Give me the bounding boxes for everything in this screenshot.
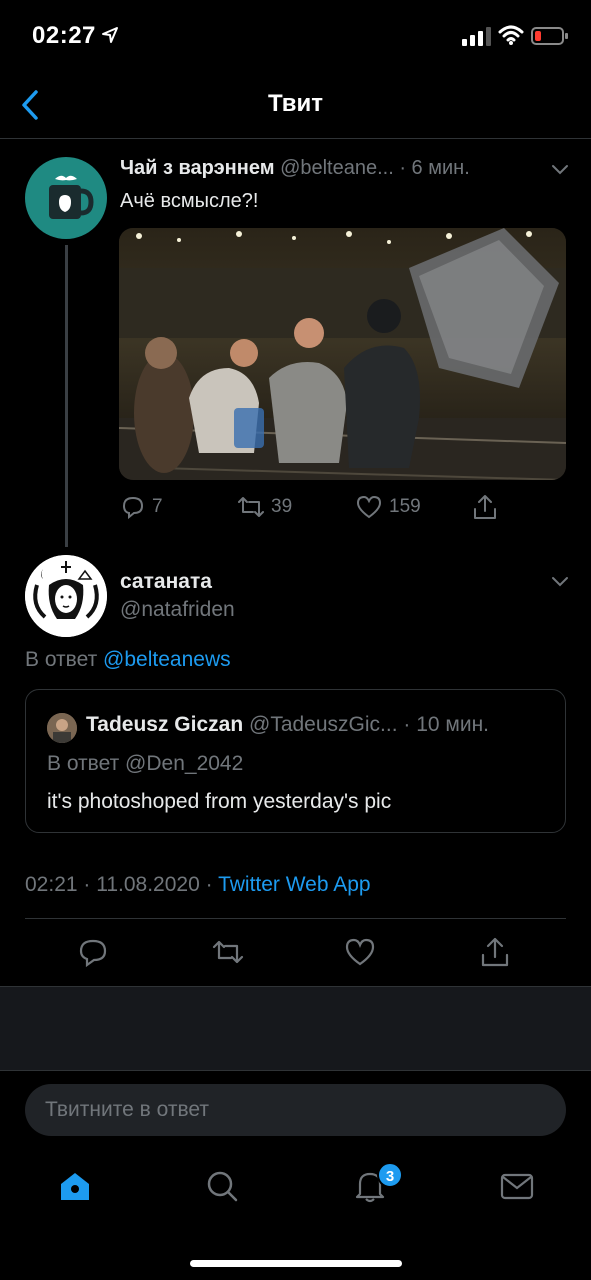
home-indicator	[190, 1260, 402, 1267]
status-time: 02:27	[32, 22, 96, 49]
reply-author-name[interactable]: сатаната	[120, 570, 212, 594]
parent-tweet-avatar[interactable]	[25, 157, 107, 239]
reply-author-avatar[interactable]	[25, 555, 107, 637]
tea-mug-icon	[49, 175, 94, 219]
comment-icon	[122, 496, 144, 520]
parent-tweet-text: Ачё всмысле?!	[120, 190, 259, 212]
tweet-photo[interactable]	[119, 228, 566, 480]
search-icon[interactable]	[204, 1168, 240, 1204]
comment-icon[interactable]	[77, 936, 109, 968]
wifi-icon	[498, 25, 524, 45]
reply-count: 7	[152, 496, 163, 517]
reply-author-handle[interactable]: @natafriden	[120, 598, 235, 622]
page-title: Твит	[267, 90, 323, 117]
tweet-timestamp: 02:21 · 11.08.2020 · Twitter Web App	[25, 873, 371, 897]
like-count: 159	[389, 496, 421, 517]
replying-to-label: В ответ	[25, 648, 98, 671]
quoted-author-name: Tadeusz Giczan	[86, 713, 244, 736]
location-arrow-icon	[102, 27, 118, 43]
quoted-tweet-header: Tadeusz Giczan @TadeuszGic... · 10 мин.	[86, 713, 489, 737]
parent-author-handle[interactable]: @belteane...	[280, 157, 394, 179]
heart-icon[interactable]	[344, 936, 376, 968]
share-icon	[474, 495, 496, 519]
share-icon[interactable]	[479, 936, 511, 968]
source-app-link[interactable]: Twitter Web App	[218, 873, 371, 896]
heart-icon	[356, 495, 382, 519]
quoted-tweet-time: · 10 мин.	[403, 713, 490, 736]
quoted-tweet-text: it's photoshoped from yesterday's pic	[47, 790, 392, 813]
quoted-author-avatar	[47, 713, 77, 743]
reply-action[interactable]: 7	[120, 492, 163, 522]
quoted-replying-to-handle: @Den_2042	[125, 752, 244, 775]
quoted-replying-to-label: В ответ	[47, 752, 120, 775]
parent-tweet-time: · 6 мин.	[399, 157, 470, 179]
chevron-down-icon[interactable]	[550, 162, 570, 178]
messages-envelope-icon[interactable]	[499, 1168, 535, 1204]
reply-composer[interactable]	[25, 1084, 566, 1136]
battery-low-icon	[531, 27, 568, 45]
home-icon[interactable]	[57, 1168, 93, 1204]
retweet-action[interactable]: 39	[237, 492, 292, 522]
share-action[interactable]	[472, 492, 498, 522]
reply-input[interactable]	[45, 1084, 545, 1136]
quoted-author-handle: @TadeuszGic...	[249, 713, 398, 736]
quoted-replying-to: В ответ @Den_2042	[47, 752, 243, 776]
parent-tweet-header: Чай з варэннем @belteane... · 6 мин.	[120, 157, 470, 180]
replying-to-handle-link[interactable]: @belteanews	[103, 648, 231, 671]
section-separator	[0, 986, 591, 1071]
chevron-down-icon[interactable]	[550, 574, 570, 590]
notifications-badge: 3	[377, 1162, 403, 1188]
like-action[interactable]: 159	[355, 492, 421, 522]
timestamp-text: 02:21 · 11.08.2020 ·	[25, 873, 213, 896]
parent-author-name[interactable]: Чай з варэннем	[120, 157, 275, 179]
divider	[25, 918, 566, 919]
cellular-signal-icon	[462, 27, 491, 46]
header-divider	[0, 138, 591, 139]
retweet-count: 39	[271, 496, 293, 517]
retweet-icon[interactable]	[212, 936, 244, 968]
replying-to: В ответ @belteanews	[25, 648, 231, 672]
retweet-icon	[238, 497, 264, 517]
thread-connector	[65, 245, 68, 547]
